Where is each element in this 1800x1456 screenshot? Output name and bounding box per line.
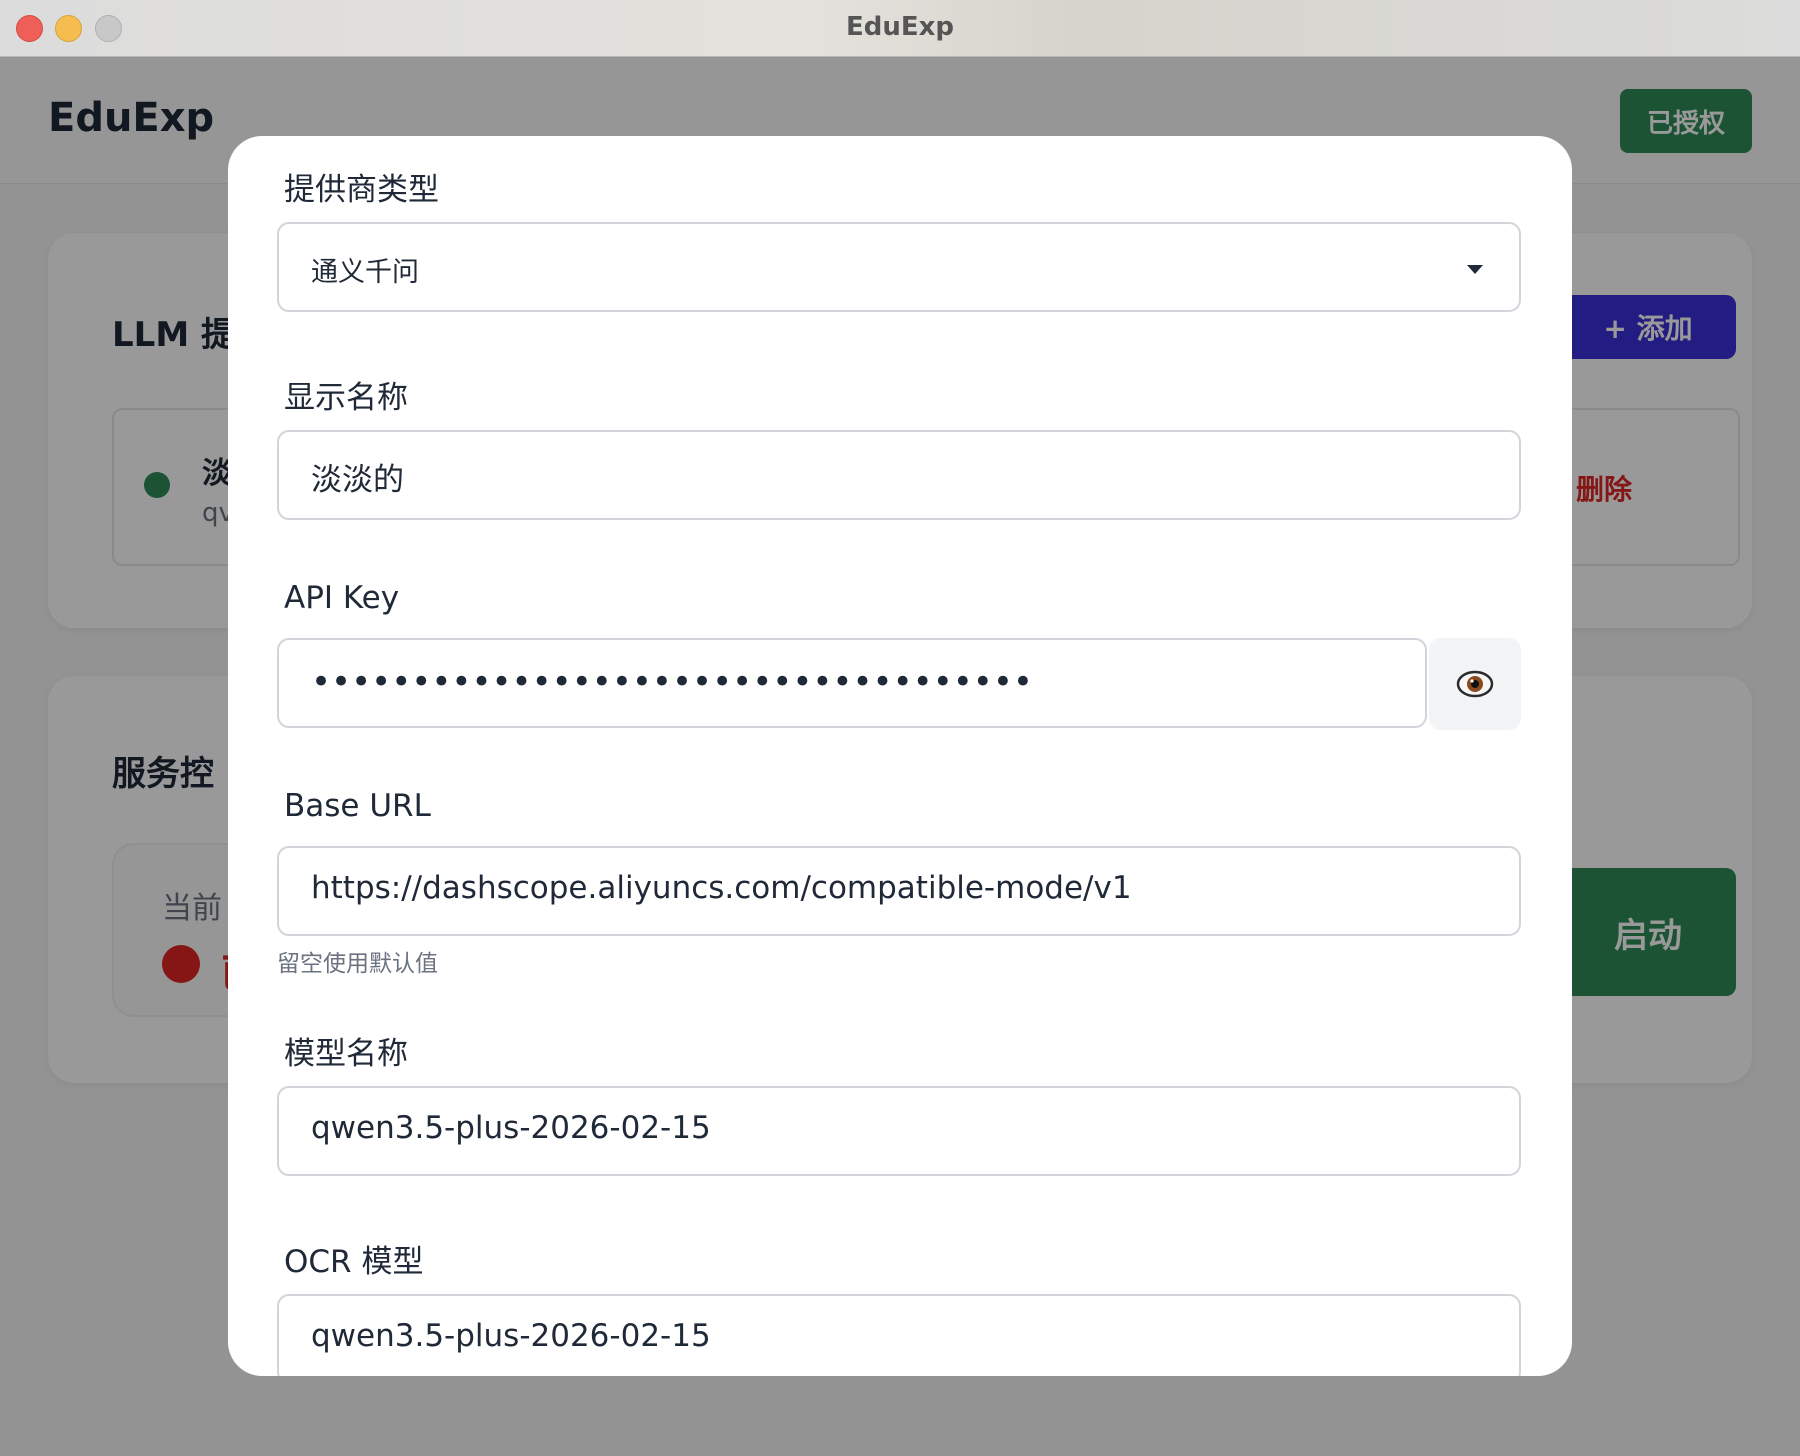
toggle-visibility-button[interactable] (1429, 638, 1521, 730)
provider-type-value: 通义千问 (311, 257, 419, 288)
api-key-input[interactable]: •••••••••••••••••••••••••••••••••••• (277, 638, 1427, 728)
base-url-input[interactable]: https://dashscope.aliyuncs.com/compatibl… (277, 846, 1521, 936)
chevron-down-icon (1467, 265, 1483, 274)
api-key-label: API Key (284, 580, 400, 616)
window-title: EduExp (845, 12, 955, 42)
provider-type-label: 提供商类型 (284, 172, 439, 208)
ocr-model-label: OCR 模型 (284, 1244, 424, 1280)
base-url-hint: 留空使用默认值 (277, 951, 438, 977)
base-url-value: https://dashscope.aliyuncs.com/compatibl… (311, 870, 1132, 906)
provider-edit-modal: 提供商类型 通义千问 显示名称 淡淡的 API Key ••••••••••••… (228, 136, 1572, 1376)
provider-type-select[interactable]: 通义千问 (277, 222, 1521, 312)
api-key-masked-value: •••••••••••••••••••••••••••••••••••• (311, 662, 1033, 702)
base-url-label: Base URL (284, 788, 431, 824)
ocr-model-input[interactable]: qwen3.5-plus-2026-02-15 (277, 1294, 1521, 1376)
model-name-label: 模型名称 (284, 1036, 408, 1072)
display-name-label: 显示名称 (284, 380, 408, 416)
model-name-input[interactable]: qwen3.5-plus-2026-02-15 (277, 1086, 1521, 1176)
display-name-input[interactable]: 淡淡的 (277, 430, 1521, 520)
title-bar: EduExp (0, 0, 1800, 57)
app-window: EduExp EduExp 已授权 LLM 提 + 添加 淡 qv 删除 服务控… (0, 0, 1800, 1456)
display-name-value: 淡淡的 (311, 462, 404, 498)
model-name-value: qwen3.5-plus-2026-02-15 (311, 1110, 711, 1146)
ocr-model-value: qwen3.5-plus-2026-02-15 (311, 1318, 711, 1354)
eye-icon (1456, 670, 1494, 698)
